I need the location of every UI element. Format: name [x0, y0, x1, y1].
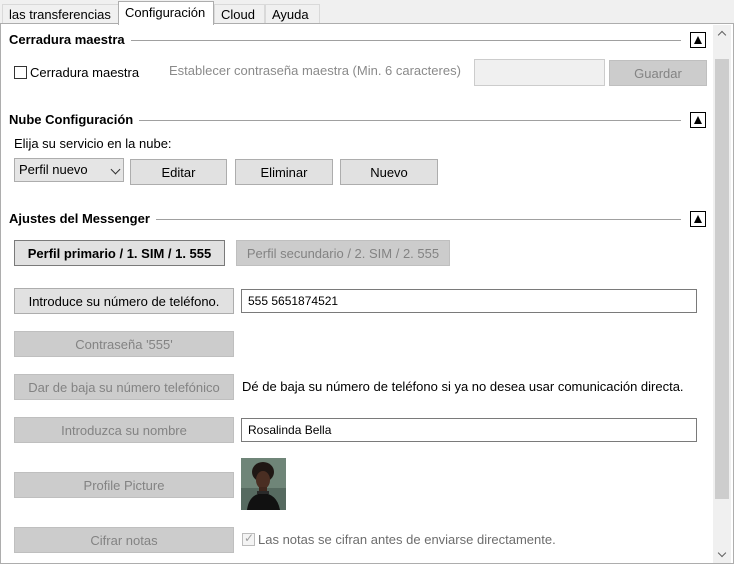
phone-number-input[interactable]: 555 5651874521 [241, 289, 697, 313]
unsubscribe-phone-button[interactable]: Dar de baja su número telefónico [14, 374, 234, 400]
password-555-button[interactable]: Contraseña '555' [14, 331, 234, 357]
chevron-down-icon [717, 548, 727, 558]
button-label: Profile Picture [83, 477, 165, 493]
cloud-service-prompt: Elija su servicio en la nube: [14, 136, 172, 151]
encrypt-notes-checkbox[interactable]: ✓ [242, 531, 255, 546]
button-label: Perfil secundario / 2. SIM / 2. 555 [246, 245, 440, 261]
tab-bar: las transferencias Configuración Cloud A… [0, 0, 734, 25]
secondary-profile-button[interactable]: Perfil secundario / 2. SIM / 2. 555 [236, 240, 450, 266]
tab-configuration[interactable]: Configuración [118, 1, 214, 25]
profile-picture-button[interactable]: Profile Picture [14, 472, 234, 498]
enter-phone-button[interactable]: Introduce su número de teléfono. [14, 288, 234, 314]
button-label: Editar [161, 164, 196, 180]
name-input[interactable]: Rosalinda Bella [241, 418, 697, 442]
button-label: Contraseña '555' [75, 336, 173, 352]
messenger-section-title: Ajustes del Messenger [9, 211, 156, 226]
tab-transfers[interactable]: las transferencias [2, 4, 119, 24]
scroll-down-button[interactable] [713, 546, 731, 563]
tab-label: las transferencias [9, 7, 111, 22]
button-label: Cifrar notas [90, 532, 158, 548]
button-label: Dar de baja su número telefónico [28, 379, 220, 395]
button-label: Perfil primario / 1. SIM / 1. 555 [27, 245, 212, 261]
select-value: Perfil nuevo [19, 162, 88, 177]
collapse-up-icon [694, 116, 702, 124]
cloud-section-title: Nube Configuración [9, 112, 140, 127]
new-button[interactable]: Nuevo [340, 159, 438, 185]
save-master-password-button[interactable]: Guardar [609, 60, 707, 86]
scroll-up-button[interactable] [713, 25, 731, 42]
button-label: Eliminar [260, 164, 308, 180]
button-label: Introduzca su nombre [61, 422, 187, 438]
button-label: Guardar [634, 65, 682, 81]
chevron-down-icon [110, 164, 121, 175]
master-password-input[interactable] [474, 59, 605, 86]
edit-button[interactable]: Editar [130, 159, 227, 185]
chevron-up-icon [717, 30, 727, 40]
master-lock-section-title: Cerradura maestra [9, 32, 131, 47]
tab-help[interactable]: Ayuda [265, 4, 320, 24]
tab-label: Cloud [221, 7, 255, 22]
tab-label: Ayuda [272, 7, 309, 22]
collapse-messenger-button[interactable] [690, 211, 706, 227]
button-label: Introduce su número de teléfono. [28, 293, 220, 309]
collapse-cloud-button[interactable] [690, 112, 706, 128]
button-label: Nuevo [370, 164, 408, 180]
master-lock-checkbox-label: Cerradura maestra [30, 65, 140, 80]
master-password-label: Establecer contraseña maestra (Min. 6 ca… [169, 63, 461, 78]
collapse-master-lock-button[interactable] [690, 32, 706, 48]
profile-picture-avatar [241, 458, 286, 510]
primary-profile-button[interactable]: Perfil primario / 1. SIM / 1. 555 [14, 240, 225, 266]
tab-label: Configuración [125, 5, 206, 20]
encrypt-notes-label: Las notas se cifran antes de enviarse di… [258, 532, 556, 547]
master-lock-checkbox[interactable] [14, 66, 27, 79]
unsubscribe-description: Dé de baja su número de teléfono si ya n… [242, 379, 684, 394]
tab-cloud[interactable]: Cloud [214, 4, 265, 24]
collapse-up-icon [694, 215, 702, 223]
cloud-profile-select[interactable]: Perfil nuevo [14, 158, 124, 182]
delete-button[interactable]: Eliminar [235, 159, 333, 185]
encrypt-notes-button[interactable]: Cifrar notas [14, 527, 234, 553]
collapse-up-icon [694, 36, 702, 44]
scroll-thumb[interactable] [715, 59, 729, 499]
enter-name-button[interactable]: Introduzca su nombre [14, 417, 234, 443]
checkmark-icon: ✓ [244, 531, 255, 545]
vertical-scrollbar[interactable] [713, 25, 731, 563]
